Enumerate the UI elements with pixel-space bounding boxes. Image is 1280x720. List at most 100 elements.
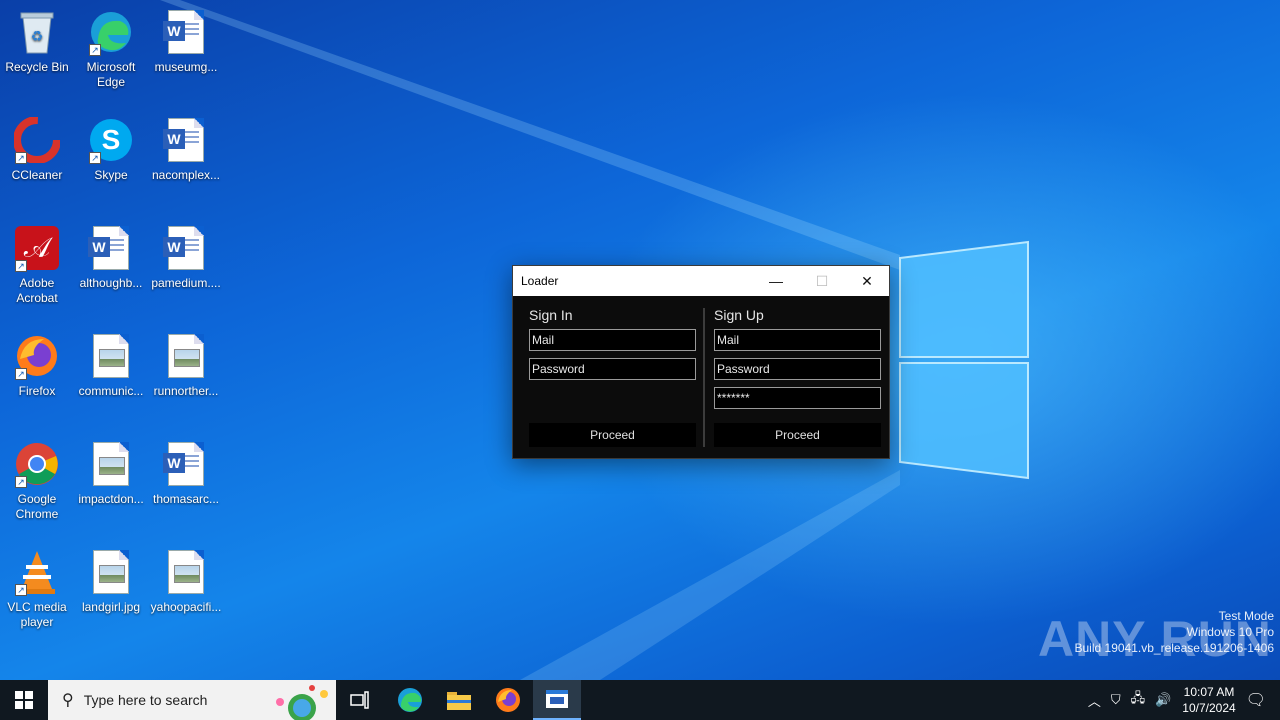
system-tray: ︿ ⛉ 🖧 🔊 10:07 AM 10/7/2024 🗨	[1050, 680, 1280, 720]
sign-up-proceed-button[interactable]: Proceed	[714, 423, 881, 447]
taskbar-loader-app[interactable]	[533, 680, 581, 720]
icon-label: Adobe Acrobat	[16, 276, 58, 305]
desktop-icon-communic[interactable]: communic...	[74, 332, 148, 399]
svg-text:♻: ♻	[31, 28, 44, 44]
desktop-icon-museumg[interactable]: W museumg...	[149, 8, 223, 75]
shortcut-arrow-icon: ↗	[89, 44, 101, 56]
word-document-icon: W	[87, 224, 135, 272]
taskbar-firefox[interactable]	[484, 680, 532, 720]
desktop-icon-impactdon[interactable]: impactdon...	[74, 440, 148, 507]
sign-in-password-input[interactable]	[529, 358, 696, 380]
desktop-icon-microsoft-edge[interactable]: ↗ Microsoft Edge	[74, 8, 148, 90]
taskbar: ⚲ Type here to search ︿ ⛉ 🖧 🔊 10:07 AM 1…	[0, 680, 1280, 720]
close-button[interactable]: ✕	[844, 266, 890, 296]
desktop-icon-landgirl[interactable]: landgirl.jpg	[74, 548, 148, 615]
desktop-icon-runnorther[interactable]: runnorther...	[149, 332, 223, 399]
task-view-button[interactable]	[336, 680, 384, 720]
search-highlight-graphic-icon	[276, 685, 328, 720]
sign-in-proceed-button[interactable]: Proceed	[529, 423, 696, 447]
desktop-icon-yahoopacifi[interactable]: yahoopacifi...	[149, 548, 223, 615]
application-window-icon	[546, 690, 568, 708]
desktop-icon-nacomplex[interactable]: W nacomplex...	[149, 116, 223, 183]
image-file-icon	[162, 548, 210, 596]
firefox-icon: ↗	[13, 332, 61, 380]
sign-in-mail-input[interactable]	[529, 329, 696, 351]
sign-up-heading: Sign Up	[714, 307, 764, 323]
desktop-icon-adobe-acrobat[interactable]: 𝒜 ↗ Adobe Acrobat	[0, 224, 74, 306]
word-document-icon: W	[162, 224, 210, 272]
desktop-icon-thomasarc[interactable]: W thomasarc...	[149, 440, 223, 507]
taskbar-clock[interactable]: 10:07 AM 10/7/2024	[1182, 684, 1235, 716]
vlc-cone-icon: ↗	[13, 548, 61, 596]
search-placeholder: Type here to search	[83, 692, 208, 708]
minimize-button[interactable]: —	[753, 266, 799, 296]
desktop-icon-recycle-bin[interactable]: ♻ Recycle Bin	[0, 8, 74, 75]
window-title: Loader	[521, 274, 559, 288]
firefox-icon	[496, 688, 520, 712]
shortcut-arrow-icon: ↗	[15, 368, 27, 380]
desktop-icon-vlc[interactable]: ↗ VLC media player	[0, 548, 74, 630]
window-titlebar[interactable]: Loader — ☐ ✕	[513, 266, 889, 296]
clock-date: 10/7/2024	[1182, 701, 1236, 715]
desktop-icon-firefox[interactable]: ↗ Firefox	[0, 332, 74, 399]
image-file-icon	[87, 332, 135, 380]
adobe-acrobat-icon: 𝒜 ↗	[13, 224, 61, 272]
security-icon[interactable]: ⛉	[1111, 692, 1121, 708]
desktop-icon-ccleaner[interactable]: ↗ CCleaner	[0, 116, 74, 183]
task-view-icon	[350, 691, 369, 709]
icon-label: thomasarc...	[152, 492, 220, 506]
shortcut-arrow-icon: ↗	[15, 152, 27, 164]
icon-label: Recycle Bin	[5, 60, 69, 74]
skype-icon: S ↗	[87, 116, 135, 164]
chevron-up-icon[interactable]: ︿	[1088, 691, 1101, 710]
desktop-icon-skype[interactable]: S ↗ Skype	[74, 116, 148, 183]
taskbar-edge[interactable]	[386, 680, 434, 720]
sign-in-heading: Sign In	[529, 307, 573, 323]
clock-time: 10:07 AM	[1183, 685, 1235, 699]
icon-label: museumg...	[154, 60, 218, 74]
sign-in-panel: Sign In Proceed	[529, 296, 697, 460]
maximize-button[interactable]: ☐	[799, 266, 845, 296]
desktop-icon-althoughb[interactable]: W althoughb...	[74, 224, 148, 291]
watermark-test-mode: Test Mode	[1218, 609, 1274, 623]
shortcut-arrow-icon: ↗	[15, 584, 27, 596]
sign-up-panel: Sign Up Proceed	[714, 296, 882, 460]
icon-label: Firefox	[18, 384, 56, 398]
ccleaner-icon: ↗	[13, 116, 61, 164]
image-file-icon	[87, 548, 135, 596]
icon-label: Skype	[94, 168, 128, 182]
loader-window: Loader — ☐ ✕ Sign In Proceed Sign Up Pro…	[512, 265, 890, 459]
sign-up-confirm-input[interactable]	[714, 387, 881, 409]
edge-icon	[398, 688, 422, 712]
icon-label: impactdon...	[78, 492, 144, 506]
icon-label: landgirl.jpg	[81, 600, 141, 614]
sign-up-mail-input[interactable]	[714, 329, 881, 351]
icon-label: Google Chrome	[15, 492, 59, 521]
volume-icon[interactable]: 🔊	[1155, 692, 1171, 708]
network-icon[interactable]: 🖧	[1131, 689, 1146, 711]
icon-label: CCleaner	[11, 168, 63, 182]
taskbar-search-box[interactable]: ⚲ Type here to search	[48, 680, 336, 720]
icon-label: nacomplex...	[151, 168, 221, 182]
shortcut-arrow-icon: ↗	[15, 476, 27, 488]
word-document-icon: W	[162, 440, 210, 488]
image-file-icon	[162, 332, 210, 380]
icon-label: yahoopacifi...	[150, 600, 222, 614]
watermark-edition: Windows 10 Pro	[1186, 625, 1274, 639]
recycle-bin-icon: ♻	[13, 8, 61, 56]
desktop-icon-google-chrome[interactable]: ↗ Google Chrome	[0, 440, 74, 522]
panel-divider	[703, 308, 705, 447]
icon-label: althoughb...	[79, 276, 143, 290]
notification-icon[interactable]: 🗨	[1246, 690, 1266, 710]
icon-label: communic...	[78, 384, 144, 398]
desktop-icon-pamedium[interactable]: W pamedium....	[149, 224, 223, 291]
sign-up-password-input[interactable]	[714, 358, 881, 380]
icon-label: pamedium....	[151, 276, 221, 290]
icon-label: Microsoft Edge	[86, 60, 136, 89]
word-document-icon: W	[162, 116, 210, 164]
start-button[interactable]	[0, 680, 48, 720]
watermark-build: Build 19041.vb_release.191206-1406	[1074, 641, 1275, 655]
taskbar-file-explorer[interactable]	[435, 680, 483, 720]
search-icon: ⚲	[62, 692, 74, 709]
edge-icon: ↗	[87, 8, 135, 56]
